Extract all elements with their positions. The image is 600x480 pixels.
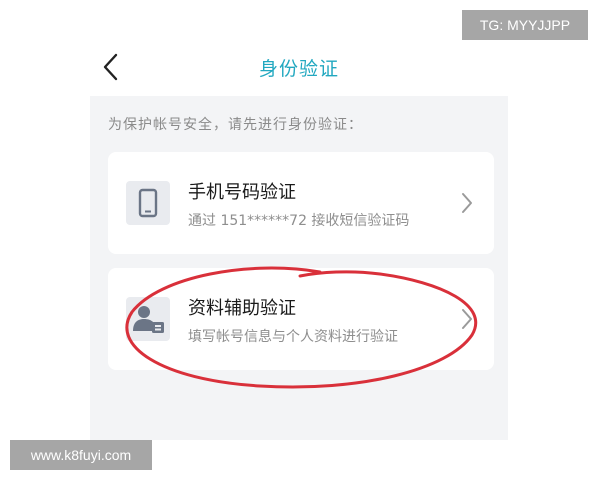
page-title: 身份验证	[258, 58, 339, 80]
top-watermark: TG: MYYJJPP	[462, 10, 588, 40]
profile-verification-title: 资料辅助验证	[188, 298, 296, 319]
verification-content: 为保护帐号安全，请先进行身份验证： 手机号码验证 通过 151******72 …	[90, 96, 508, 440]
chevron-right-icon	[462, 193, 472, 213]
phone-verification-subtitle: 通过 151******72 接收短信验证码	[188, 213, 410, 229]
phone-verification-title: 手机号码验证	[188, 182, 296, 203]
phone-icon	[126, 181, 170, 225]
header: 身份验证	[90, 40, 508, 96]
chevron-right-icon	[462, 309, 472, 329]
security-hint: 为保护帐号安全，请先进行身份验证：	[108, 117, 363, 133]
phone-verification-option[interactable]: 手机号码验证 通过 151******72 接收短信验证码	[108, 152, 494, 254]
profile-verification-option[interactable]: 资料辅助验证 填写帐号信息与个人资料进行验证	[108, 268, 494, 370]
profile-icon	[126, 297, 170, 341]
profile-verification-subtitle: 填写帐号信息与个人资料进行验证	[188, 329, 398, 345]
bottom-watermark: www.k8fuyi.com	[10, 440, 152, 470]
